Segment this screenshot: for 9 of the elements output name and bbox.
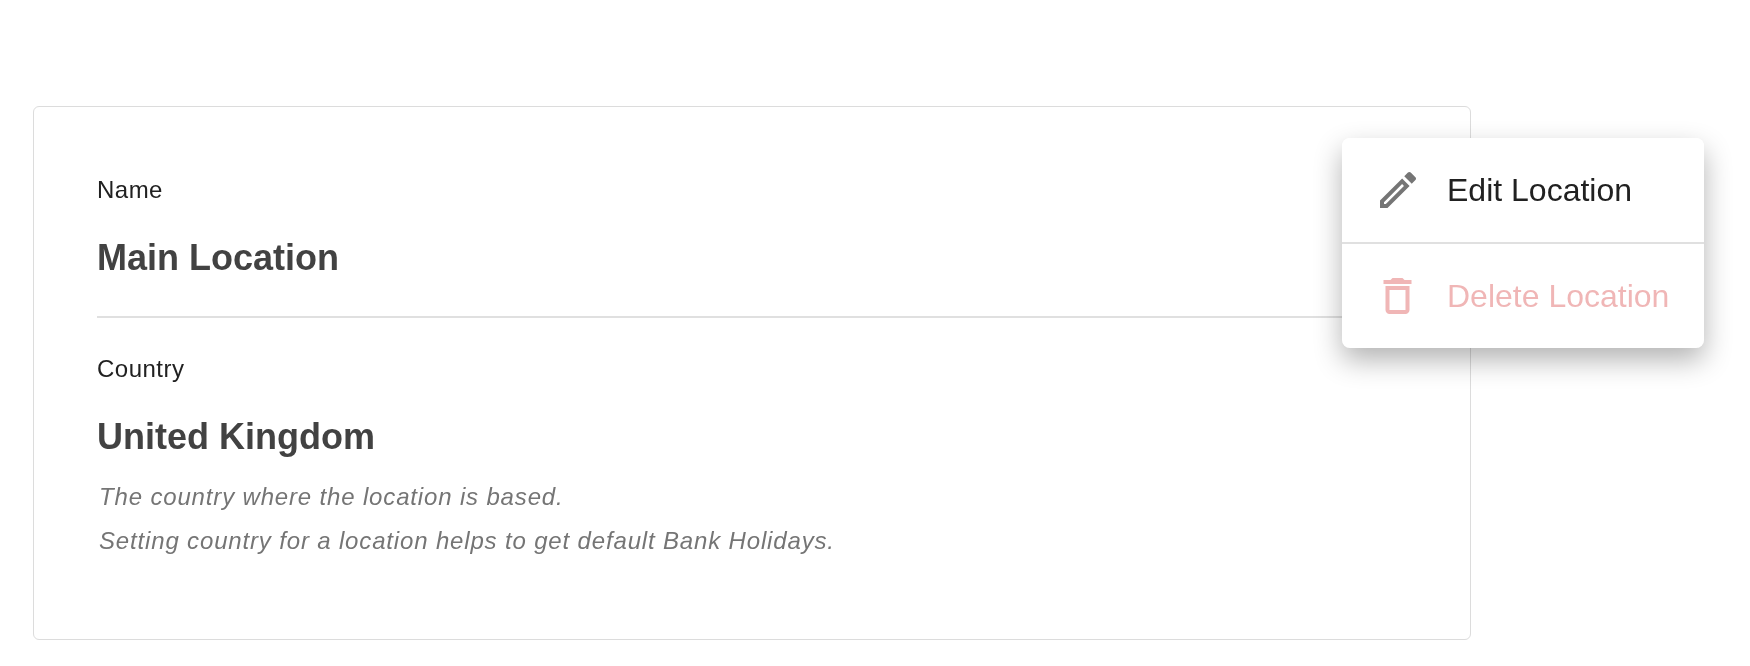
field-label: Country	[97, 354, 185, 384]
field-label: Name	[97, 175, 163, 205]
field-value: Main Location	[97, 236, 339, 279]
field-value: United Kingdom	[97, 415, 375, 458]
field-hint: Setting country for a location helps to get default Bank Holidays.	[98, 526, 835, 556]
pencil-icon	[1380, 172, 1416, 208]
edit-location-menu-item[interactable]: Edit Location	[1342, 138, 1704, 242]
field-hint: The country where the location is based.	[98, 482, 564, 512]
trash-icon	[1383, 278, 1412, 314]
